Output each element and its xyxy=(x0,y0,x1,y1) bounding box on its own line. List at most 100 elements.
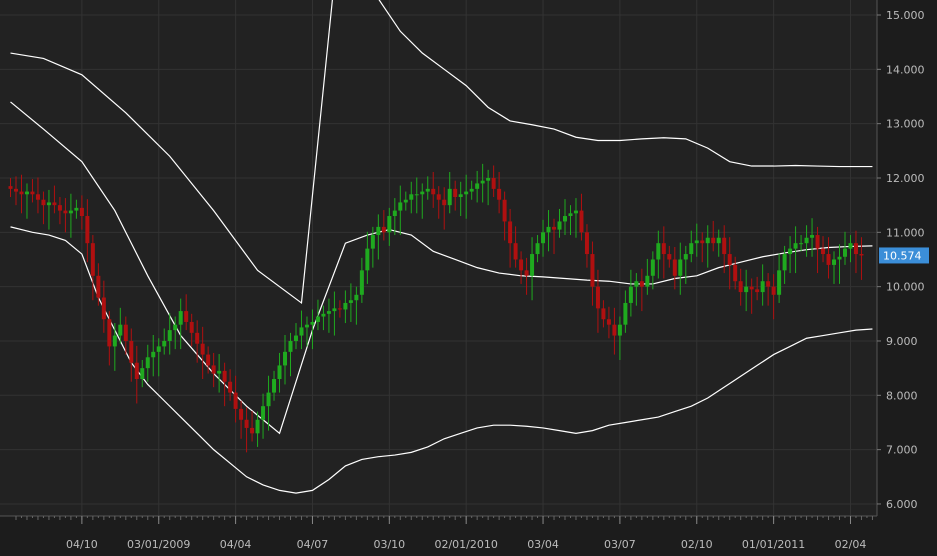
candle-body-63 xyxy=(354,294,359,301)
candle-body-103 xyxy=(573,210,578,214)
candle-body-112 xyxy=(623,302,628,325)
candle-body-134 xyxy=(744,286,749,293)
candle-body-152 xyxy=(842,248,847,257)
x-tick-label-3: 04/07 xyxy=(297,538,329,551)
candle-body-151 xyxy=(837,256,842,260)
candle-body-14 xyxy=(85,216,90,244)
candle-body-58 xyxy=(326,311,331,314)
x-tick-label-5: 02/01/2010 xyxy=(434,538,497,551)
candle-body-94 xyxy=(524,270,529,276)
candle-body-3 xyxy=(24,191,29,195)
candle-body-85 xyxy=(475,183,480,189)
candle-body-147 xyxy=(815,235,820,249)
candle-body-35 xyxy=(200,343,205,355)
candle-body-77 xyxy=(431,188,436,195)
candle-body-52 xyxy=(293,335,298,341)
candle-body-123 xyxy=(683,254,688,260)
candle-body-76 xyxy=(425,188,430,192)
candle-body-79 xyxy=(442,199,447,206)
candle-body-68 xyxy=(381,226,386,233)
candle-body-122 xyxy=(678,259,683,276)
candle-body-29 xyxy=(167,330,172,341)
candle-body-9 xyxy=(57,205,62,211)
candle-body-30 xyxy=(173,324,178,331)
candle-body-128 xyxy=(711,237,716,244)
chart-canvas[interactable]: 6.000 7.000 8.000 9.000 10.000 11.000 12.000 13… xyxy=(0,0,937,552)
candle-body-75 xyxy=(420,191,425,195)
candle-body-25 xyxy=(145,357,150,369)
candle-body-56 xyxy=(315,316,320,322)
candle-body-110 xyxy=(612,324,617,336)
candle-body-32 xyxy=(184,311,189,322)
price-chart[interactable]: 6.000 7.000 8.000 9.000 10.000 11.000 12.000 13… xyxy=(0,0,937,552)
candle-body-70 xyxy=(392,210,397,217)
candle-body-64 xyxy=(359,270,364,295)
candle-body-140 xyxy=(777,270,782,295)
y-tick-label-2: 8.000 xyxy=(886,389,918,402)
candle-body-129 xyxy=(716,237,721,244)
candle-body-154 xyxy=(853,243,858,255)
candle-body-106 xyxy=(590,254,595,287)
candle-body-61 xyxy=(343,302,348,310)
y-tick-label-4: 10.000 xyxy=(886,281,925,294)
candle-body-99 xyxy=(552,226,557,230)
candle-body-45 xyxy=(255,419,260,434)
candle-body-41 xyxy=(233,392,238,409)
candle-body-150 xyxy=(832,259,837,265)
candle-body-149 xyxy=(826,254,831,265)
candle-body-12 xyxy=(74,207,79,211)
candle-body-1 xyxy=(14,188,18,192)
candle-body-118 xyxy=(656,243,661,260)
candle-body-91 xyxy=(508,221,513,244)
candle-body-132 xyxy=(733,264,738,282)
candle-body-37 xyxy=(211,365,216,374)
candle-body-7 xyxy=(46,202,51,206)
candle-body-114 xyxy=(634,281,639,287)
candle-body-65 xyxy=(365,248,370,271)
candle-body-145 xyxy=(804,237,809,244)
candle-body-93 xyxy=(519,259,524,271)
candle-body-96 xyxy=(535,243,540,255)
candle-body-109 xyxy=(606,319,611,325)
candle-body-46 xyxy=(261,406,266,420)
price-marker-label: 10.574 xyxy=(883,249,922,262)
candle-body-36 xyxy=(206,354,211,366)
candle-body-69 xyxy=(387,216,392,233)
candle-body-21 xyxy=(123,324,128,341)
candle-body-131 xyxy=(727,254,732,265)
candle-body-87 xyxy=(486,177,491,181)
candle-body-74 xyxy=(414,194,419,196)
plot-area xyxy=(0,0,877,516)
candle-body-142 xyxy=(788,248,793,255)
candle-body-22 xyxy=(129,340,134,363)
candle-body-100 xyxy=(557,221,562,230)
candle-body-88 xyxy=(491,177,496,189)
candle-body-120 xyxy=(667,254,672,260)
candle-body-89 xyxy=(497,188,502,200)
x-tick-label-8: 02/10 xyxy=(681,538,713,551)
candle-body-8 xyxy=(52,202,57,206)
candle-body-28 xyxy=(162,340,167,347)
candle-body-31 xyxy=(178,311,183,325)
x-tick-label-9: 01/01/2011 xyxy=(742,538,805,551)
x-tick-label-10: 02/04 xyxy=(835,538,867,551)
candle-body-54 xyxy=(304,324,309,328)
candle-body-82 xyxy=(458,194,463,198)
candle-body-98 xyxy=(546,226,551,233)
candle-body-10 xyxy=(63,210,68,214)
candle-body-27 xyxy=(156,346,161,352)
candle-body-44 xyxy=(250,427,255,434)
candle-body-115 xyxy=(639,281,644,287)
candle-body-143 xyxy=(793,243,798,249)
candle-body-137 xyxy=(760,281,765,293)
candle-body-40 xyxy=(228,381,233,393)
candle-body-49 xyxy=(277,365,282,380)
candle-body-97 xyxy=(541,232,546,244)
x-tick-label-0: 04/10 xyxy=(66,538,98,551)
candle-body-15 xyxy=(90,243,95,276)
y-tick-label-3: 9.000 xyxy=(886,335,918,348)
candle-body-43 xyxy=(244,419,249,428)
candle-body-4 xyxy=(30,191,35,195)
candle-body-50 xyxy=(283,351,288,366)
candle-body-53 xyxy=(299,327,304,336)
